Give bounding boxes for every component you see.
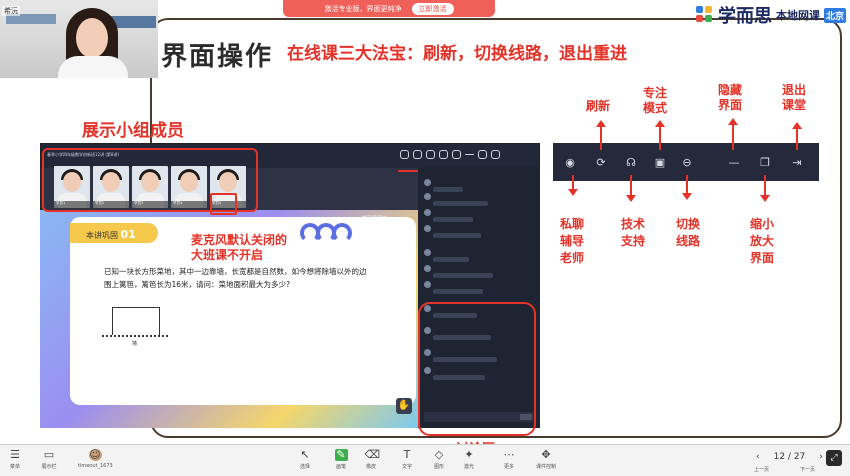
- teacher-webcam: 希沅: [0, 0, 158, 78]
- page-title: 界面操作: [161, 42, 274, 72]
- arrow-hide: [728, 118, 738, 150]
- label-refresh: 刷新: [586, 99, 611, 113]
- classroom-top-icons: [400, 150, 500, 159]
- exit-icon[interactable]: [491, 150, 500, 159]
- eraser-icon: ⌫: [364, 448, 381, 461]
- display-icon: ▭: [43, 448, 55, 461]
- label-private: 私聊 辅导 老师: [560, 217, 585, 265]
- menu-button[interactable]: ☰ 菜单: [2, 448, 28, 471]
- prev-page-label: 上一页: [754, 467, 770, 473]
- text-icon: T: [403, 448, 411, 461]
- exit-class-icon[interactable]: ⇥: [790, 156, 804, 170]
- label-switch: 切换 线路: [676, 217, 701, 248]
- teacher-name: 希沅: [2, 6, 20, 16]
- shape-tool[interactable]: ◇ 图形: [426, 448, 452, 471]
- arrow-switch: [682, 175, 692, 200]
- next-page-label: 下一页: [800, 467, 816, 473]
- page-navigator: ‹ 12 / 27 ›: [756, 452, 823, 462]
- avatar-icon: ☺: [88, 448, 102, 461]
- pen-icon: ✎: [334, 448, 348, 461]
- next-page-button[interactable]: ›: [819, 452, 823, 462]
- bottom-control-bar: ☰ 菜单 ▭ 展示栏 ☺ timeout_1673 ↖ 选择 ✎ 画笔 ⌫ 橡皮 T 文字 ◇…: [0, 444, 850, 476]
- teacher-face: [76, 18, 108, 58]
- fullscreen-icon[interactable]: ⤢: [826, 450, 842, 466]
- label-focus: 专注 模式: [643, 86, 668, 115]
- private-chat-icon[interactable]: ◉: [563, 156, 577, 170]
- shape-icon: ◇: [434, 448, 444, 461]
- chat-message: [424, 209, 473, 222]
- brand-logo: 学而思 本地网课 北京: [695, 2, 846, 28]
- cursor-icon: ↖: [300, 448, 310, 461]
- refresh-icon[interactable]: [413, 150, 422, 159]
- switch-line-icon[interactable]: [452, 150, 461, 159]
- label-mic: 麦克风默认关闭的 大班课不开启: [191, 233, 288, 262]
- raise-hand-icon[interactable]: ✋: [396, 398, 412, 414]
- page-indicator: 12 / 27: [773, 452, 806, 462]
- label-exit: 退出 课堂: [782, 83, 807, 112]
- refresh-icon[interactable]: ⟳: [594, 156, 608, 170]
- switch-line-icon[interactable]: ⊖: [680, 156, 694, 170]
- chat-message: [424, 225, 481, 238]
- tech-support-icon[interactable]: ☊: [624, 156, 638, 170]
- wall-drawing: [102, 335, 170, 337]
- more-button[interactable]: ⋯ 更多: [496, 448, 522, 471]
- question-text: 已知一块长方形菜地，其中一边靠墙，长宽都是自然数，如今想将除墙以外的边围上篱笆，…: [104, 267, 367, 289]
- page-subtitle: 在线课三大法宝：刷新，切换线路，退出重进: [287, 44, 627, 64]
- hide-ui-icon[interactable]: —: [727, 156, 741, 170]
- pen-tool[interactable]: ✎ 画笔: [328, 449, 354, 470]
- brand-tag: 北京: [823, 7, 846, 23]
- slide-canvas: 激活专业版，界面更纯净 立即激活 学而思 本地网课 北京 希沅 界面操作 在线课…: [0, 0, 850, 457]
- user-avatar-button[interactable]: ☺ timeout_1673: [78, 448, 113, 470]
- chat-message: [424, 179, 463, 192]
- brand-mark-icon: [695, 6, 714, 24]
- arrow-resize: [760, 175, 770, 202]
- activate-banner: 激活专业版，界面更纯净 立即激活: [283, 0, 495, 17]
- focus-icon[interactable]: [439, 150, 448, 159]
- label-group-members: 展示小组成员: [82, 121, 184, 141]
- teacher-body: [58, 56, 128, 78]
- text-tool[interactable]: T 文字: [394, 448, 420, 471]
- chat-icon[interactable]: [400, 150, 409, 159]
- laser-icon: ✦: [464, 448, 474, 461]
- arrow-refresh: [596, 120, 606, 150]
- eraser-tool[interactable]: ⌫ 橡皮: [358, 448, 384, 471]
- chat-message: [424, 249, 469, 262]
- laser-tool[interactable]: ✦ 激光: [456, 448, 482, 471]
- lesson-tag: 本讲巩固 01: [70, 223, 158, 243]
- fence-drawing: [112, 307, 160, 335]
- arrow-exit: [792, 122, 802, 150]
- banner-text: 激活专业版，界面更纯净: [324, 4, 402, 13]
- focus-mode-icon[interactable]: ▣: [653, 156, 667, 170]
- brand-name: 学而思: [717, 6, 772, 27]
- select-tool[interactable]: ↖ 选择: [292, 448, 318, 471]
- annotation-mic-box: [210, 193, 237, 215]
- resize-icon[interactable]: [478, 150, 487, 159]
- lesson-number: 01: [120, 228, 136, 241]
- support-icon[interactable]: [426, 150, 435, 159]
- more-icon: ⋯: [503, 448, 515, 461]
- arrow-tech: [626, 175, 636, 202]
- activate-button[interactable]: 立即激活: [411, 2, 454, 15]
- brand-sub: 本地网课: [775, 9, 820, 22]
- resize-window-icon[interactable]: ❐: [758, 156, 772, 170]
- label-resize: 缩小 放大 界面: [750, 217, 775, 265]
- label-tech: 技术 支持: [621, 217, 646, 248]
- menu-icon: ☰: [10, 448, 20, 461]
- label-hide: 隐藏 界面: [718, 83, 743, 112]
- arrow-focus: [655, 120, 665, 150]
- arrow-private: [568, 175, 578, 196]
- chat-message: [424, 265, 493, 278]
- minimize-icon[interactable]: [465, 154, 474, 155]
- courseware-control-button[interactable]: ✥ 课件控制: [530, 448, 562, 471]
- decor-circles: [300, 223, 352, 243]
- courseware-icon: ✥: [541, 448, 551, 461]
- display-bar-button[interactable]: ▭ 展示栏: [36, 448, 62, 471]
- screen: 激活专业版，界面更纯净 立即激活 学而思 本地网课 北京 希沅 界面操作 在线课…: [0, 0, 850, 476]
- courseware-watermark: 学而思网校: [362, 216, 388, 222]
- prev-page-button[interactable]: ‹: [756, 452, 760, 462]
- chat-message: [424, 281, 483, 294]
- wall-label: 墙: [132, 341, 138, 347]
- chat-message: [424, 193, 488, 206]
- annotation-chat-box: [418, 302, 536, 436]
